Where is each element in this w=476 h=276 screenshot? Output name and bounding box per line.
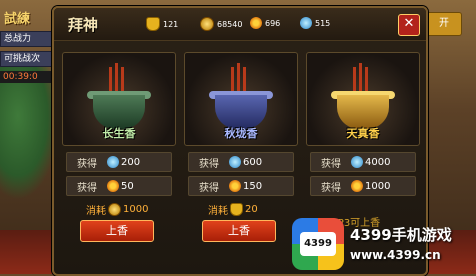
resource-gem: 515 xyxy=(300,17,330,29)
incense-name: 秋珑香 xyxy=(224,127,258,140)
incense-name: 长生香 xyxy=(102,127,136,140)
reward-label: 获得 xyxy=(321,158,341,170)
coin-icon xyxy=(200,17,214,31)
resource-flower-value: 696 xyxy=(265,18,281,28)
reward-value: 1000 xyxy=(365,180,391,192)
logo-badge-icon: 4399 xyxy=(292,218,344,270)
incense-image-gold: 天真香 xyxy=(306,52,420,146)
flower-icon xyxy=(229,180,241,192)
logo-badge-text: 4399 xyxy=(300,232,336,256)
reward-row-flower: 获得 50 xyxy=(66,176,172,196)
resource-coin-value: 68540 xyxy=(217,19,243,29)
cost-row: 消耗 20 xyxy=(188,202,292,217)
censer-icon xyxy=(93,95,145,129)
resource-coin: 68540 xyxy=(200,17,242,31)
reward-row-flower: 获得 1000 xyxy=(310,176,416,196)
reward-value: 200 xyxy=(121,156,141,168)
reward-label: 获得 xyxy=(199,182,219,194)
censer-icon xyxy=(337,95,389,129)
gold-ingot-icon xyxy=(146,17,160,31)
gem-icon xyxy=(300,17,312,29)
reward-value: 4000 xyxy=(365,156,391,168)
gem-icon xyxy=(229,156,241,168)
reward-row-gem: 获得 4000 xyxy=(310,152,416,172)
gold-ingot-icon xyxy=(230,203,243,216)
reward-label: 获得 xyxy=(77,182,97,194)
countdown-timer: 00:39:0 xyxy=(0,71,56,83)
incense-name: 天真香 xyxy=(346,127,380,140)
incense-card-qiulong: 秋珑香 获得 600 获得 150 消耗 20 上香 xyxy=(184,52,298,272)
gem-icon xyxy=(351,156,363,168)
flower-icon xyxy=(107,180,119,192)
dialog-header: 拜神 121 68540 696 515 ✕ xyxy=(54,8,426,41)
flower-icon xyxy=(250,17,262,29)
reward-row-gem: 获得 200 xyxy=(66,152,172,172)
flower-icon xyxy=(351,180,363,192)
offer-incense-button[interactable]: 上香 xyxy=(80,220,154,242)
reward-label: 获得 xyxy=(321,182,341,194)
corner-open-button[interactable]: 开 xyxy=(426,12,462,36)
reward-value: 50 xyxy=(121,180,134,192)
cost-label: 消耗 xyxy=(86,206,106,217)
reward-value: 150 xyxy=(243,180,263,192)
incense-image-blue: 秋珑香 xyxy=(184,52,298,146)
cost-label: 消耗 xyxy=(208,206,228,217)
reward-row-gem: 获得 600 xyxy=(188,152,294,172)
offer-incense-button[interactable]: 上香 xyxy=(202,220,276,242)
cost-value: 20 xyxy=(245,204,258,215)
challenge-count-tag[interactable]: 可挑战次 xyxy=(0,51,56,67)
logo-url: www.4399.cn xyxy=(350,248,441,262)
reward-label: 获得 xyxy=(199,158,219,170)
resource-gem-value: 515 xyxy=(315,18,331,28)
trial-title: 試練 xyxy=(4,12,31,27)
incense-image-green: 长生香 xyxy=(62,52,176,146)
reward-label: 获得 xyxy=(77,158,97,170)
resource-flower: 696 xyxy=(250,17,280,29)
dialog-title: 拜神 xyxy=(68,16,99,34)
reward-value: 600 xyxy=(243,156,263,168)
logo-name: 4399手机游戏 xyxy=(350,226,452,244)
total-power-tag: 总战力 xyxy=(0,31,56,47)
resource-ingot: 121 xyxy=(146,17,178,31)
reward-row-flower: 获得 150 xyxy=(188,176,294,196)
coin-icon xyxy=(108,203,121,216)
watermark-logo: 4399 4399手机游戏 www.4399.cn xyxy=(292,218,468,270)
cost-row: 消耗 1000 xyxy=(66,202,170,217)
resource-ingot-value: 121 xyxy=(163,19,179,29)
gem-icon xyxy=(107,156,119,168)
left-panel: 試練 总战力 可挑战次 00:39:0 xyxy=(0,8,56,83)
incense-card-changsheng: 长生香 获得 200 获得 50 消耗 1000 上香 xyxy=(62,52,176,272)
censer-icon xyxy=(215,95,267,129)
close-button[interactable]: ✕ xyxy=(398,14,420,36)
cost-value: 1000 xyxy=(123,204,149,215)
